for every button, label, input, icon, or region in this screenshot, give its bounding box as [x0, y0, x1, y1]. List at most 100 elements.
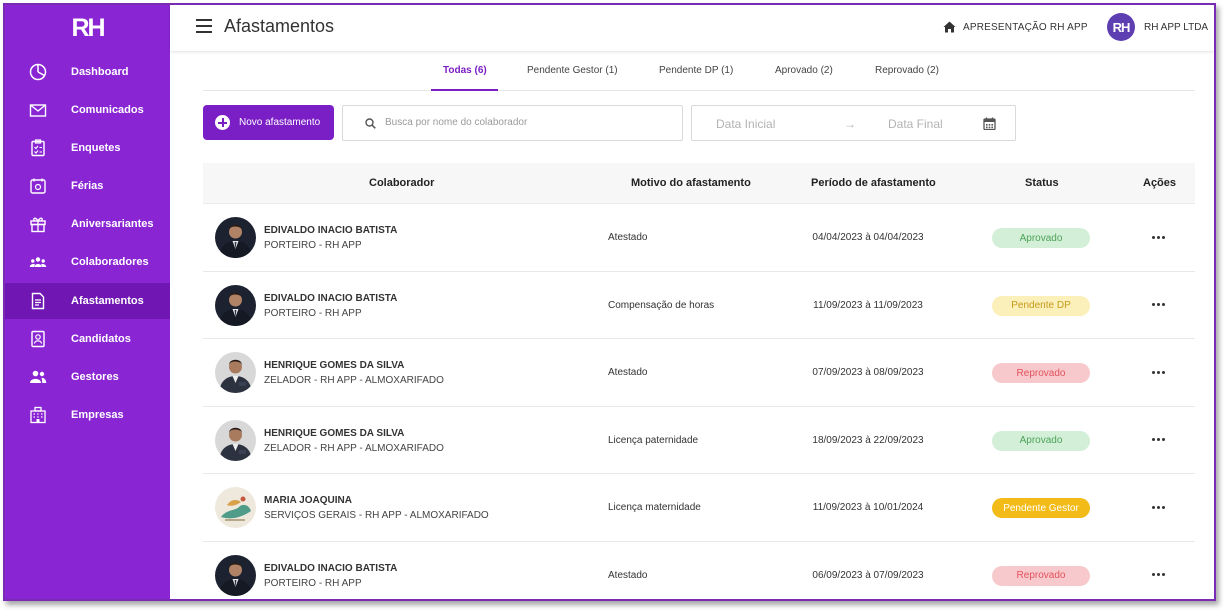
new-leave-button-label: Novo afastamento: [239, 117, 321, 128]
home-icon[interactable]: [943, 21, 956, 33]
sidebar-item-label: Afastamentos: [71, 295, 144, 307]
employee-photo: [215, 217, 256, 258]
more-actions-icon[interactable]: [1143, 363, 1173, 381]
leave-reason: Atestado: [608, 569, 648, 581]
more-actions-icon[interactable]: [1143, 228, 1173, 246]
sidebar-item-label: Dashboard: [71, 66, 129, 78]
people-group-icon: [29, 253, 47, 271]
employee-role: SERVIÇOS GERAIS - RH APP - ALMOXARIFADO: [264, 510, 489, 521]
table-row[interactable]: EDIVALDO INACIO BATISTA PORTEIRO - RH APP…: [203, 204, 1195, 272]
top-bar: Afastamentos APRESENTAÇÃO RH APP RH RH A…: [170, 5, 1214, 51]
sidebar-item-gestores[interactable]: Gestores: [5, 359, 170, 395]
users-icon: [29, 368, 47, 386]
menu-toggle-icon[interactable]: [196, 19, 212, 33]
tab-pendente-gestor[interactable]: Pendente Gestor (1): [527, 65, 618, 76]
status-tabs: Todas (6) Pendente Gestor (1) Pendente D…: [203, 51, 1195, 91]
employee-role: PORTEIRO - RH APP: [264, 307, 362, 319]
tab-reprovado[interactable]: Reprovado (2): [875, 65, 939, 76]
clipboard-icon: [29, 139, 47, 157]
sidebar-item-aniversariantes[interactable]: Aniversariantes: [5, 206, 170, 242]
sidebar-item-comunicados[interactable]: Comunicados: [5, 92, 170, 128]
home-link[interactable]: APRESENTAÇÃO RH APP: [963, 22, 1088, 33]
employee-name: HENRIQUE GOMES DA SILVA: [264, 427, 405, 439]
candidate-card-icon: [29, 330, 47, 348]
search-input[interactable]: [385, 117, 665, 128]
search-icon: [365, 118, 376, 129]
page-title: Afastamentos: [224, 16, 335, 36]
calendar-icon[interactable]: [983, 117, 996, 130]
leave-period: 07/09/2023 à 08/09/2023: [812, 367, 924, 378]
sidebar-item-label: Comunicados: [71, 104, 144, 116]
leave-reason: Atestado: [608, 232, 648, 243]
sidebar-item-enquetes[interactable]: Enquetes: [5, 130, 170, 166]
leave-period: 11/09/2023 à 11/09/2023: [813, 299, 923, 311]
table-row[interactable]: HENRIQUE GOMES DA SILVA ZELADOR - RH APP …: [203, 339, 1195, 407]
table-row[interactable]: EDIVALDO INACIO BATISTA PORTEIRO - RH APP…: [203, 542, 1195, 600]
sidebar-item-label: Colaboradores: [71, 256, 149, 268]
status-badge: Aprovado: [992, 228, 1090, 248]
leave-period: 18/09/2023 à 22/09/2023: [812, 434, 924, 446]
leave-period: 04/04/2023 à 04/04/2023: [812, 232, 924, 243]
sidebar-item-label: Enquetes: [71, 142, 121, 154]
new-leave-button[interactable]: Novo afastamento: [203, 105, 334, 140]
status-badge: Pendente DP: [992, 295, 1090, 316]
table-row[interactable]: MARIA JOAQUINA SERVIÇOS GERAIS - RH APP -…: [203, 474, 1195, 542]
sidebar-item-empresas[interactable]: Empresas: [5, 397, 170, 433]
app-window: RH Dashboard Comunicados Enquetes Férias Ani…: [3, 3, 1216, 601]
employee-photo: [215, 487, 256, 528]
leave-reason: Atestado: [608, 367, 648, 378]
date-range-arrow: →: [844, 117, 856, 131]
employee-name: EDIVALDO INACIO BATISTA: [264, 562, 398, 574]
tab-aprovado[interactable]: Aprovado (2): [775, 65, 833, 76]
sidebar-item-label: Candidatos: [71, 333, 131, 345]
search-field[interactable]: [342, 105, 683, 141]
more-actions-icon[interactable]: [1143, 498, 1173, 516]
vacation-icon: [29, 177, 47, 195]
employee-role: PORTEIRO - RH APP: [264, 577, 362, 589]
date-range-picker[interactable]: Data Inicial → Data Final: [691, 105, 1016, 141]
employee-photo: [215, 284, 256, 326]
sidebar-item-ferias[interactable]: Férias: [5, 168, 170, 204]
employee-name: MARIA JOAQUINA: [264, 495, 352, 506]
column-header-status[interactable]: Status: [1025, 177, 1059, 189]
sidebar-item-label: Férias: [71, 180, 104, 192]
user-avatar[interactable]: RH: [1107, 13, 1135, 41]
company-name[interactable]: RH APP LTDA: [1144, 22, 1208, 33]
sidebar-item-afastamentos[interactable]: Afastamentos: [5, 283, 170, 319]
table-row[interactable]: EDIVALDO INACIO BATISTA PORTEIRO - RH APP…: [203, 272, 1195, 339]
building-icon: [29, 406, 47, 424]
more-actions-icon[interactable]: [1143, 566, 1173, 584]
column-header-acoes: Ações: [1143, 177, 1177, 189]
sidebar-item-label: Gestores: [71, 371, 119, 383]
envelope-icon: [29, 101, 47, 119]
employee-name: EDIVALDO INACIO BATISTA: [264, 292, 398, 304]
active-tab-indicator: [431, 89, 498, 91]
more-actions-icon[interactable]: [1143, 431, 1173, 449]
document-icon: [29, 292, 47, 310]
sidebar-item-candidatos[interactable]: Candidatos: [5, 321, 170, 357]
sidebar-item-colaboradores[interactable]: Colaboradores: [5, 244, 170, 280]
pie-chart-icon: [29, 63, 47, 81]
sidebar-item-label: Empresas: [71, 409, 124, 421]
sidebar: RH Dashboard Comunicados Enquetes Férias Ani…: [5, 5, 170, 599]
more-actions-icon[interactable]: [1143, 296, 1173, 314]
column-header-motivo[interactable]: Motivo do afastamento: [631, 177, 751, 189]
sidebar-item-dashboard[interactable]: Dashboard: [5, 54, 170, 90]
employee-photo: [215, 419, 256, 461]
date-end-input[interactable]: Data Final: [888, 117, 943, 131]
tab-todas[interactable]: Todas (6): [443, 65, 487, 76]
leave-reason: Compensação de horas: [608, 299, 715, 311]
employee-role: ZELADOR - RH APP - ALMOXARIFADO: [264, 442, 444, 454]
leave-reason: Licença paternidade: [608, 434, 699, 446]
employee-photo: [215, 554, 256, 596]
tab-pendente-dp[interactable]: Pendente DP (1): [659, 65, 733, 76]
date-start-input[interactable]: Data Inicial: [716, 117, 775, 131]
app-logo[interactable]: RH: [5, 5, 170, 51]
status-badge: Pendente Gestor: [992, 498, 1090, 518]
leave-period: 11/09/2023 à 10/01/2024: [812, 502, 924, 513]
employee-name: HENRIQUE GOMES DA SILVA: [264, 360, 405, 371]
table-row[interactable]: HENRIQUE GOMES DA SILVA ZELADOR - RH APP …: [203, 407, 1195, 474]
column-header-periodo[interactable]: Período de afastamento: [811, 177, 936, 189]
leave-period: 06/09/2023 à 07/09/2023: [812, 569, 924, 581]
column-header-colaborador[interactable]: Colaborador: [369, 177, 434, 189]
